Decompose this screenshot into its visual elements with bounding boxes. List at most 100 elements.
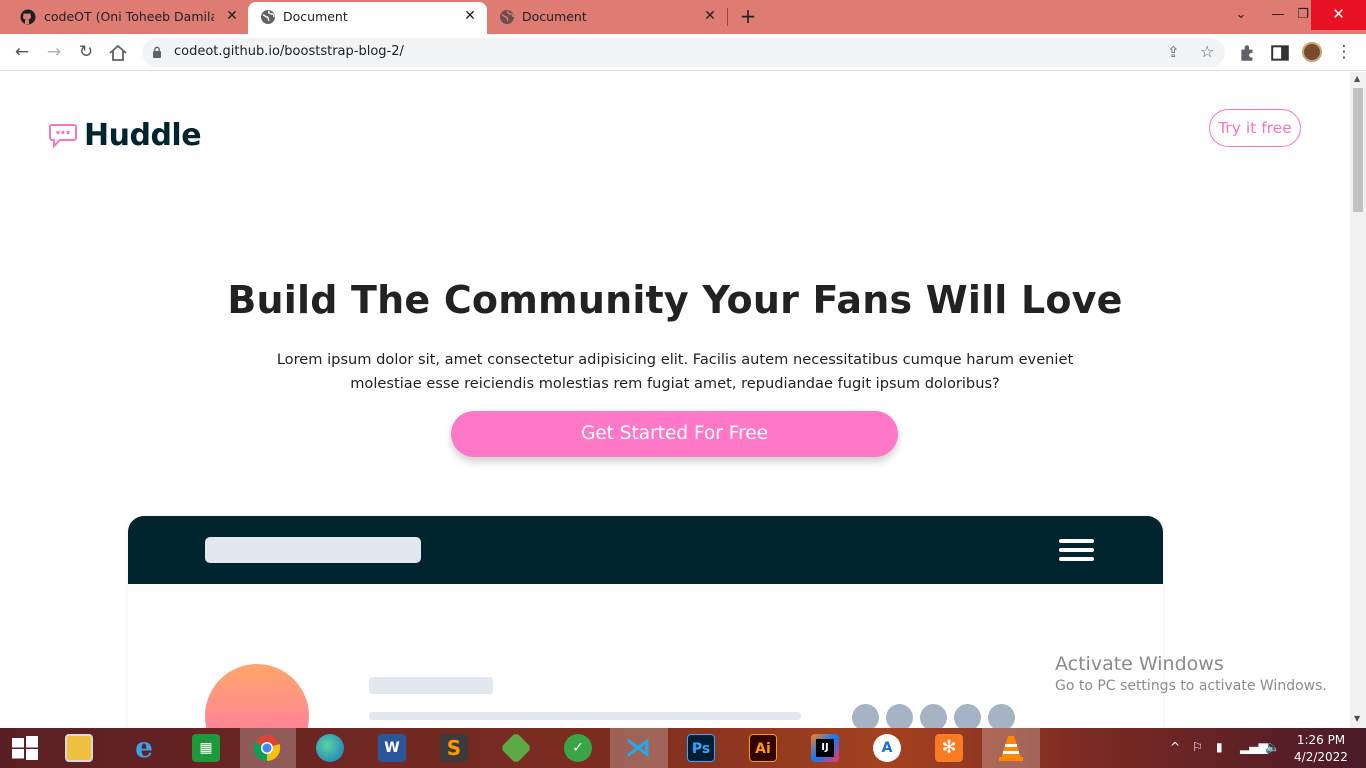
file-explorer-taskbar-icon[interactable] <box>55 728 101 768</box>
vlc-cone-icon <box>999 736 1023 761</box>
try-it-free-button[interactable]: Try it free <box>1209 109 1301 147</box>
notification-flag-icon[interactable]: ⚐ <box>1192 740 1203 754</box>
clock-date[interactable]: 4/2/2022 <box>1290 750 1352 764</box>
home-icon[interactable] <box>108 43 128 63</box>
photoshop-taskbar-icon[interactable]: Ps <box>677 728 723 768</box>
mockup-dot <box>920 704 947 728</box>
mockup-dot <box>988 704 1015 728</box>
vscode-taskbar-icon[interactable]: ⋊ <box>610 728 668 768</box>
address-bar[interactable]: codeot.github.io/booststrap-blog-2/ ⇪ ☆ <box>142 38 1225 67</box>
sublime-taskbar-icon[interactable]: S <box>430 728 476 768</box>
mockup-text-line <box>369 677 493 694</box>
mockup-search-placeholder <box>205 537 421 563</box>
windows-taskbar: e ▦ W S ✓ ⋊ Ps Ai IJ A ✻ ^ ⚐ ▮ ▂▄▆ 🔈 1:2… <box>0 728 1366 768</box>
scroll-up-arrow-icon[interactable]: ▲ <box>1354 74 1360 83</box>
watermark-subtitle: Go to PC settings to activate Windows. <box>1055 678 1327 694</box>
volume-icon[interactable]: 🔈 <box>1265 740 1280 754</box>
brand-logo[interactable]: Huddle <box>48 118 202 153</box>
tab-document[interactable]: Document ✕ <box>487 0 727 34</box>
share-icon[interactable]: ⇪ <box>1167 43 1180 61</box>
url-text: codeot.github.io/booststrap-blog-2/ <box>174 44 404 59</box>
node-taskbar-icon[interactable] <box>492 728 538 768</box>
internet-explorer-taskbar-icon[interactable]: e <box>120 728 166 768</box>
xampp-taskbar-icon[interactable]: ✻ <box>925 728 971 768</box>
mockup-text-line <box>369 712 801 720</box>
hero-title: Build The Community Your Fans Will Love <box>227 278 1123 322</box>
mockup-dot <box>886 704 913 728</box>
illustrator-logo-icon: Ai <box>749 734 777 762</box>
new-tab-button[interactable]: + <box>738 6 758 26</box>
lock-icon[interactable] <box>152 46 162 58</box>
battery-icon[interactable]: ▮ <box>1216 740 1223 754</box>
photoshop-logo-icon: Ps <box>687 734 715 762</box>
globe-icon <box>261 10 275 24</box>
globe-icon <box>500 10 514 24</box>
get-started-button[interactable]: Get Started For Free <box>451 411 898 457</box>
app-taskbar-icon[interactable]: ✓ <box>554 728 600 768</box>
hero-description: Lorem ipsum dolor sit, amet consectetur … <box>276 351 1074 392</box>
mockup-header <box>128 516 1163 584</box>
tab-strip: codeOT (Oni Toheeb Damilare ) ✕ Document… <box>0 0 1366 34</box>
mockup-avatar <box>205 664 309 728</box>
vlc-taskbar-icon[interactable] <box>982 728 1040 768</box>
chrome-logo-icon <box>253 735 281 762</box>
app-logo-icon: ✓ <box>564 734 592 762</box>
tab-github[interactable]: codeOT (Oni Toheeb Damilare ) ✕ <box>0 0 248 34</box>
reload-icon[interactable]: ↻ <box>76 42 96 62</box>
activate-windows-watermark: Activate Windows Go to PC settings to ac… <box>1055 652 1327 696</box>
scroll-thumb[interactable] <box>1353 88 1363 212</box>
start-button[interactable] <box>0 728 46 768</box>
xampp-logo-icon: ✻ <box>935 734 963 762</box>
chat-bubble-logo-icon <box>49 123 77 148</box>
sublime-logo-icon: S <box>440 734 468 762</box>
vscode-logo-icon: ⋊ <box>625 733 651 763</box>
intellij-taskbar-icon[interactable]: IJ <box>801 728 847 768</box>
store-bag-icon: ▦ <box>192 734 220 762</box>
windows-logo-icon <box>12 736 38 760</box>
edge-taskbar-icon[interactable] <box>306 728 352 768</box>
ie-logo-icon: e <box>135 731 153 764</box>
app-mockup-illustration <box>128 516 1163 728</box>
side-panel-icon[interactable] <box>1270 43 1290 63</box>
edge-logo-icon <box>316 734 344 762</box>
tab-title: Document <box>283 9 348 24</box>
tab-title: Document <box>522 9 587 24</box>
web-page: Huddle Try it free Build The Community Y… <box>0 72 1350 728</box>
node-logo-icon <box>500 732 532 764</box>
scroll-down-arrow-icon[interactable]: ▼ <box>1354 714 1360 723</box>
store-taskbar-icon[interactable]: ▦ <box>182 728 228 768</box>
extensions-puzzle-icon[interactable] <box>1238 43 1258 63</box>
window-close-button[interactable]: ✕ <box>1311 0 1366 30</box>
close-icon[interactable]: ✕ <box>462 8 478 24</box>
tab-title: codeOT (Oni Toheeb Damilare ) <box>44 9 214 24</box>
page-scrollbar[interactable]: ▲ ▼ <box>1350 72 1366 728</box>
back-arrow-icon[interactable]: ← <box>12 42 32 62</box>
mockup-dot <box>954 704 981 728</box>
app-logo-icon: A <box>873 734 901 762</box>
network-icon[interactable]: ▂▄▆ <box>1240 740 1268 754</box>
word-taskbar-icon[interactable]: W <box>368 728 414 768</box>
close-icon[interactable]: ✕ <box>702 8 718 24</box>
tab-document-active[interactable]: Document ✕ <box>248 2 487 34</box>
intellij-logo-icon: IJ <box>811 734 839 762</box>
word-logo-icon: W <box>378 734 406 762</box>
brand-name: Huddle <box>84 118 202 153</box>
more-menu-icon[interactable]: ⋮ <box>1334 42 1354 62</box>
profile-avatar[interactable] <box>1302 42 1322 62</box>
mockup-dot <box>852 704 879 728</box>
browser-window: codeOT (Oni Toheeb Damilare ) ✕ Document… <box>0 0 1366 768</box>
hamburger-menu-icon <box>1059 539 1094 563</box>
close-icon[interactable]: ✕ <box>224 8 240 24</box>
show-hidden-icons-chevron-icon[interactable]: ^ <box>1170 740 1180 754</box>
clock-time[interactable]: 1:26 PM <box>1290 733 1352 747</box>
folder-icon <box>65 734 93 762</box>
app-taskbar-icon-2[interactable]: A <box>863 728 909 768</box>
chrome-taskbar-icon[interactable] <box>240 728 296 768</box>
minimize-button[interactable]: — <box>1267 4 1289 26</box>
forward-arrow-icon[interactable]: → <box>44 42 64 62</box>
tab-search-chevron-icon[interactable]: ⌄ <box>1230 4 1252 26</box>
watermark-title: Activate Windows <box>1055 653 1224 675</box>
illustrator-taskbar-icon[interactable]: Ai <box>739 728 785 768</box>
browser-toolbar: ← → ↻ codeot.github.io/booststrap-blog-2… <box>0 34 1366 71</box>
bookmark-star-icon[interactable]: ☆ <box>1200 42 1214 61</box>
